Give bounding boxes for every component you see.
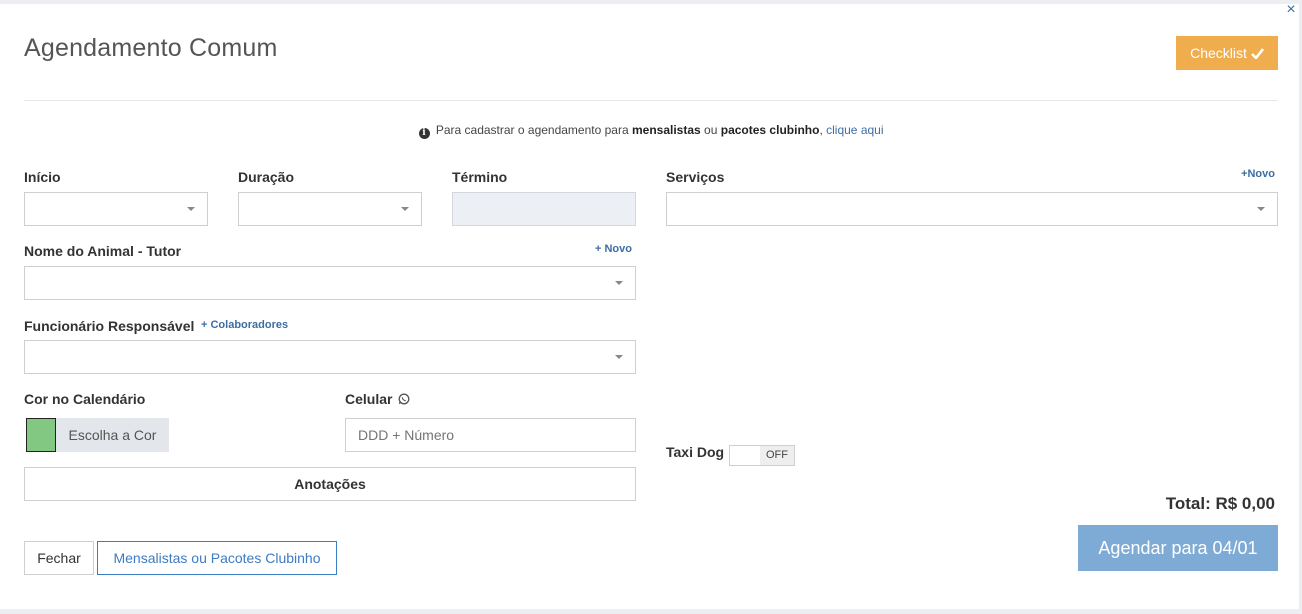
info-bold-pacotes: pacotes clubinho xyxy=(720,123,820,137)
appointment-modal: × Agendamento Comum Checklist i Para cad… xyxy=(0,2,1302,609)
inicio-label: Início xyxy=(24,169,61,185)
duracao-select[interactable] xyxy=(238,192,422,226)
cor-label: Cor no Calendário xyxy=(24,391,146,407)
total-amount: Total: R$ 0,00 xyxy=(1165,494,1275,513)
color-swatch[interactable] xyxy=(26,418,56,452)
header-divider xyxy=(24,100,1278,101)
close-icon[interactable]: × xyxy=(1283,2,1299,18)
chevron-down-icon xyxy=(1257,207,1265,211)
checklist-label: Checklist xyxy=(1190,45,1247,61)
animal-new-link[interactable]: + Novo xyxy=(595,243,632,255)
chevron-down-icon xyxy=(615,281,623,285)
servicos-select[interactable] xyxy=(666,192,1278,226)
celular-label: Celular xyxy=(345,391,410,407)
duracao-label: Duração xyxy=(238,169,295,185)
schedule-button[interactable]: Agendar para 04/01 xyxy=(1078,525,1278,571)
info-link-clique-aqui[interactable]: clique aqui xyxy=(826,123,883,137)
chevron-down-icon xyxy=(615,355,623,359)
mensalistas-button[interactable]: Mensalistas ou Pacotes Clubinho xyxy=(97,541,337,575)
animal-select[interactable] xyxy=(24,266,636,300)
annotations-button[interactable]: Anotações xyxy=(24,467,636,501)
celular-label-text: Celular xyxy=(345,391,393,407)
taxi-dog-label: Taxi Dog xyxy=(666,444,725,460)
toggle-state: OFF xyxy=(760,446,794,465)
colaboradores-link[interactable]: + Colaboradores xyxy=(201,319,288,331)
info-icon: i xyxy=(418,128,430,139)
choose-color-button[interactable]: Escolha a Cor xyxy=(56,418,169,452)
chevron-down-icon xyxy=(187,207,195,211)
servicos-new-link[interactable]: +Novo xyxy=(1241,168,1275,180)
servicos-label: Serviços xyxy=(666,169,725,185)
funcionario-select[interactable] xyxy=(24,340,636,374)
inicio-select[interactable] xyxy=(24,192,208,226)
funcionario-label: Funcionário Responsável xyxy=(24,318,195,334)
check-icon xyxy=(1250,47,1264,59)
termino-label: Término xyxy=(452,169,508,185)
whatsapp-icon xyxy=(398,393,410,405)
checklist-button[interactable]: Checklist xyxy=(1176,36,1278,70)
taxi-dog-toggle[interactable]: OFF xyxy=(729,445,795,466)
termino-field xyxy=(452,192,636,226)
info-bold-mensalistas: mensalistas xyxy=(631,123,701,137)
modal-title: Agendamento Comum xyxy=(24,34,278,62)
close-button[interactable]: Fechar xyxy=(24,541,94,575)
info-message: i Para cadastrar o agendamento para mens… xyxy=(0,123,1302,139)
animal-label: Nome do Animal - Tutor xyxy=(24,243,182,259)
info-comma: , xyxy=(819,123,823,137)
info-prefix: Para cadastrar o agendamento para xyxy=(435,123,629,137)
info-mid: ou xyxy=(704,123,718,137)
celular-input[interactable] xyxy=(345,418,636,452)
chevron-down-icon xyxy=(401,207,409,211)
